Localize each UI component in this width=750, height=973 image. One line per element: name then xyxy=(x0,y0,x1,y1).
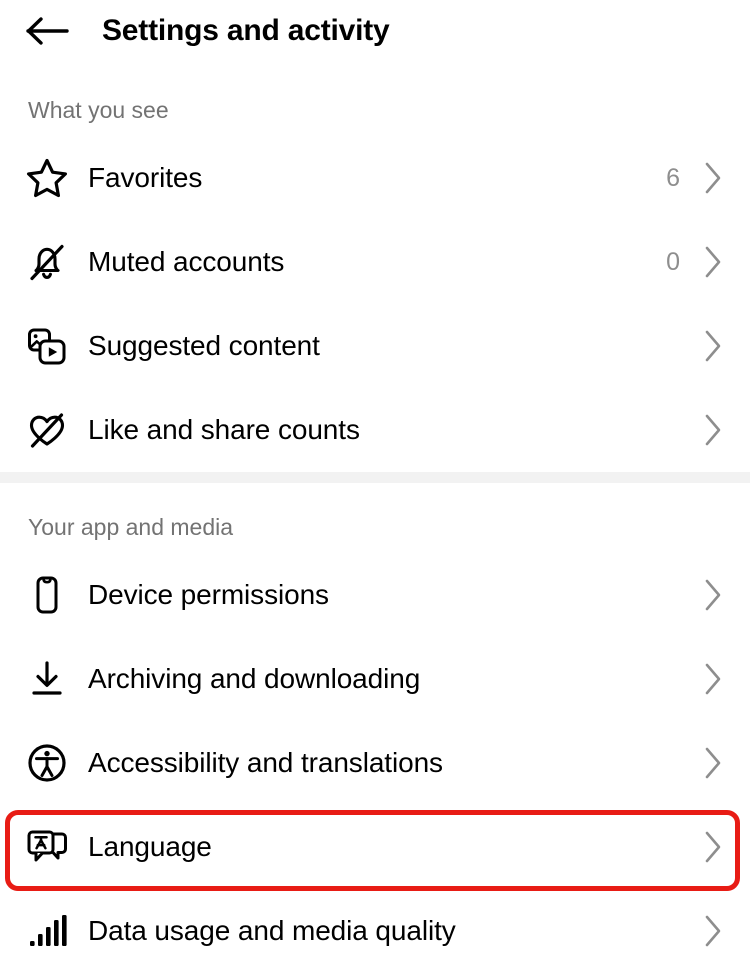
row-label: Archiving and downloading xyxy=(88,663,421,694)
arrow-left-icon xyxy=(26,16,70,46)
row-data-usage-and-media-quality[interactable]: Data usage and media quality xyxy=(0,889,750,973)
bell-muted-icon xyxy=(24,239,70,285)
back-button[interactable] xyxy=(24,7,72,55)
row-count: 6 xyxy=(666,163,680,192)
accessibility-icon xyxy=(24,740,70,786)
row-label: Accessibility and translations xyxy=(88,747,443,778)
section-heading-your-app-and-media: Your app and media xyxy=(28,513,234,540)
row-label: Muted accounts xyxy=(88,246,285,277)
download-icon xyxy=(24,656,70,702)
row-device-permissions[interactable]: Device permissions xyxy=(0,553,750,637)
row-accessibility-and-translations[interactable]: Accessibility and translations xyxy=(0,721,750,805)
row-label: Like and share counts xyxy=(88,414,360,445)
row-suggested-content[interactable]: Suggested content xyxy=(0,304,750,388)
row-archiving-and-downloading[interactable]: Archiving and downloading xyxy=(0,637,750,721)
heart-slash-icon xyxy=(24,407,70,453)
chevron-right-icon xyxy=(700,329,726,363)
chevron-right-icon xyxy=(700,413,726,447)
star-icon xyxy=(24,155,70,201)
row-like-and-share-counts[interactable]: Like and share counts xyxy=(0,388,750,472)
phone-icon xyxy=(24,572,70,618)
language-icon xyxy=(24,824,70,870)
row-label: Language xyxy=(88,831,212,862)
row-label: Device permissions xyxy=(88,579,329,610)
chevron-right-icon xyxy=(700,245,726,279)
chevron-right-icon xyxy=(700,830,726,864)
section-heading-what-you-see: What you see xyxy=(28,96,169,123)
page-header: Settings and activity xyxy=(0,0,750,62)
chevron-right-icon xyxy=(700,746,726,780)
row-label: Data usage and media quality xyxy=(88,915,456,946)
page-title: Settings and activity xyxy=(102,14,390,47)
chevron-right-icon xyxy=(700,914,726,948)
chevron-right-icon xyxy=(700,662,726,696)
suggested-media-icon xyxy=(24,323,70,369)
row-label: Favorites xyxy=(88,162,203,193)
section-divider xyxy=(0,472,750,483)
section-list-your-app-and-media: Device permissions Archiving and downloa… xyxy=(0,553,750,973)
row-favorites[interactable]: Favorites 6 xyxy=(0,136,750,220)
chevron-right-icon xyxy=(700,161,726,195)
row-count: 0 xyxy=(666,247,680,276)
signal-bars-icon xyxy=(24,908,70,954)
row-muted-accounts[interactable]: Muted accounts 0 xyxy=(0,220,750,304)
row-label: Suggested content xyxy=(88,330,320,361)
section-list-what-you-see: Favorites 6 Muted accounts 0 Suggested c… xyxy=(0,136,750,472)
row-language[interactable]: Language xyxy=(0,805,750,889)
chevron-right-icon xyxy=(700,578,726,612)
